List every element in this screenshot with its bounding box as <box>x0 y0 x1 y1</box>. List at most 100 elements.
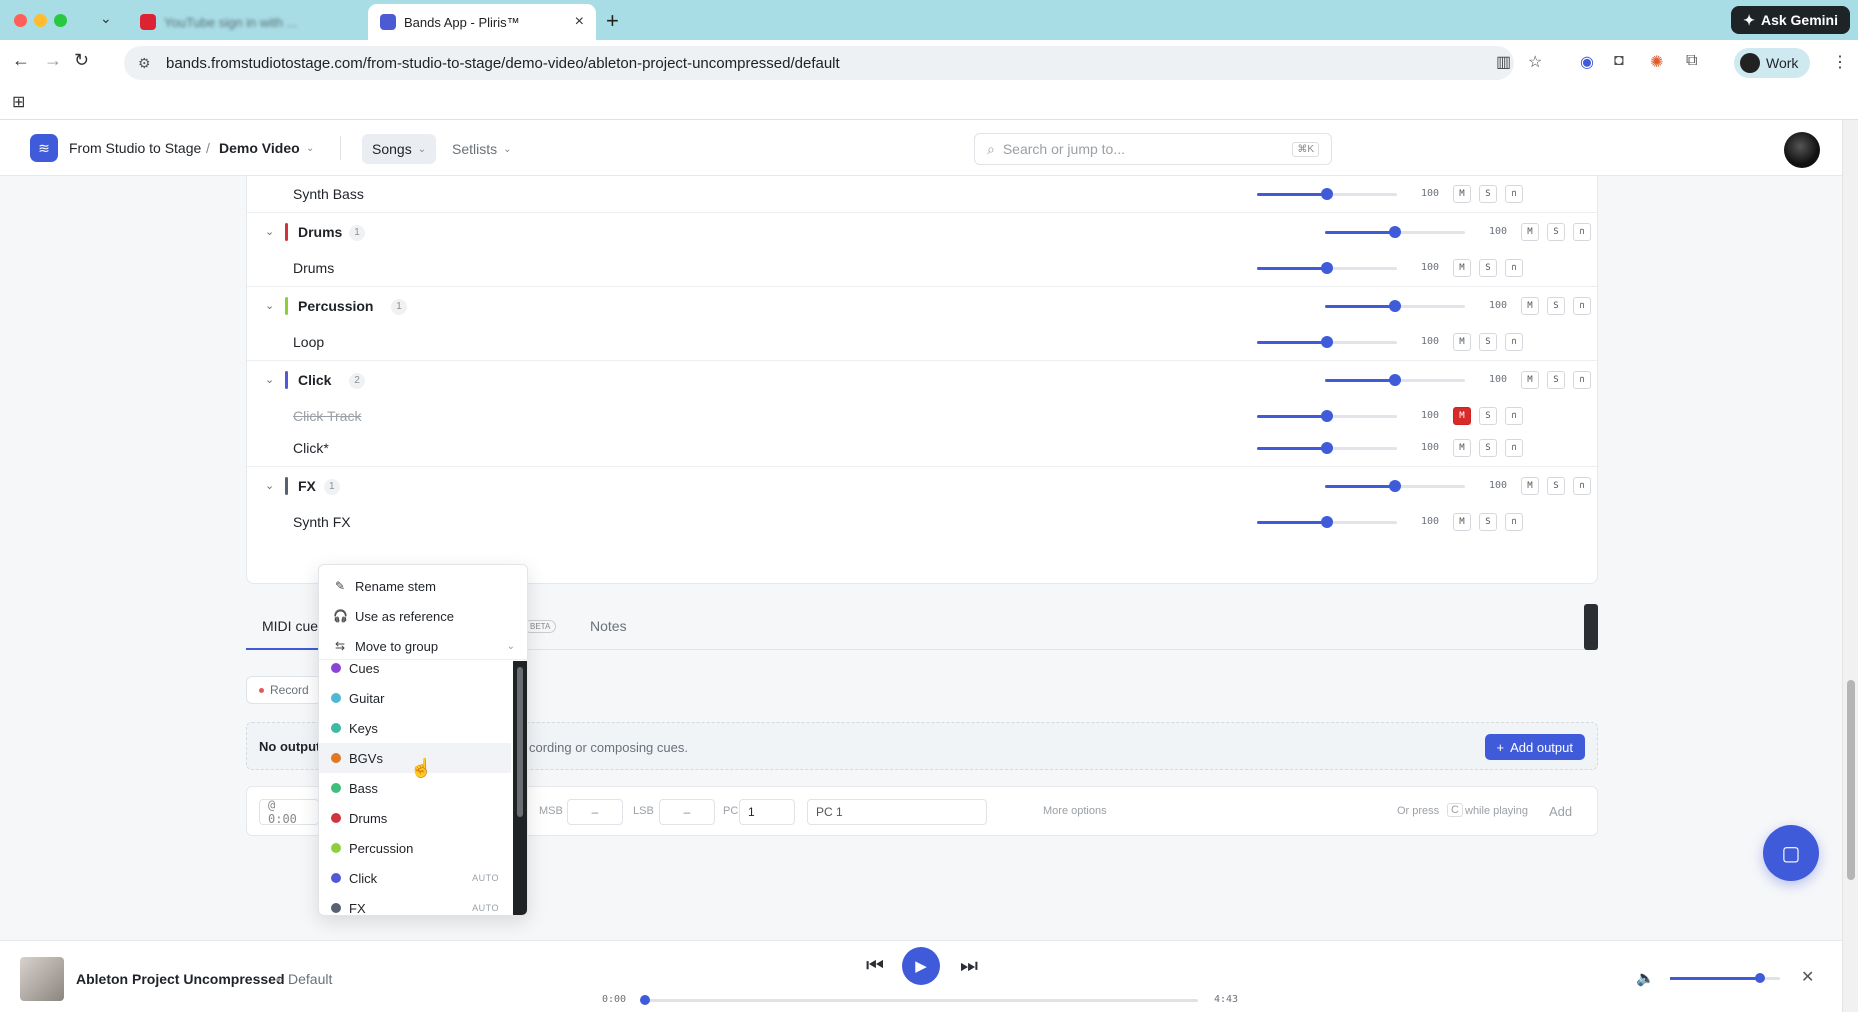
browser-menu-icon[interactable]: ⋮ <box>1832 52 1848 72</box>
solo-button[interactable]: S <box>1547 477 1565 495</box>
solo-button[interactable]: S <box>1479 439 1497 457</box>
stem-label[interactable]: Click Track <box>293 408 361 424</box>
volume-knob[interactable] <box>1321 336 1333 348</box>
reference-button[interactable]: ∩ <box>1505 513 1523 531</box>
app-logo[interactable]: ≋ <box>30 134 58 162</box>
stem-label[interactable]: Synth Bass <box>293 186 364 202</box>
playback-progress-slider[interactable] <box>640 995 1198 1005</box>
minimize-window-button[interactable] <box>34 14 47 27</box>
stem-label[interactable]: Drums <box>293 260 334 276</box>
solo-button[interactable]: S <box>1479 259 1497 277</box>
mute-button[interactable]: M <box>1453 259 1471 277</box>
chevron-down-icon[interactable]: ⌄ <box>265 479 274 492</box>
volume-knob[interactable] <box>1321 262 1333 274</box>
reference-button[interactable]: ∩ <box>1505 333 1523 351</box>
mute-button[interactable]: M <box>1521 223 1539 241</box>
solo-button[interactable]: S <box>1547 371 1565 389</box>
reader-mode-icon[interactable]: ▥ <box>1496 52 1511 72</box>
site-settings-icon[interactable]: ⚙ <box>138 55 154 71</box>
stem-label[interactable]: Synth FX <box>293 514 351 530</box>
mute-button[interactable]: M <box>1521 297 1539 315</box>
solo-button[interactable]: S <box>1479 513 1497 531</box>
ask-gemini-button[interactable]: ✦ Ask Gemini <box>1731 6 1850 34</box>
solo-button[interactable]: S <box>1547 297 1565 315</box>
reference-button[interactable]: ∩ <box>1573 371 1591 389</box>
tab-notes[interactable]: Notes <box>590 618 627 634</box>
move-group-option[interactable]: Guitar <box>319 683 511 713</box>
reference-button[interactable]: ∩ <box>1573 223 1591 241</box>
browser-tab-active[interactable]: Bands App - Pliris™ × <box>368 4 596 40</box>
chevron-down-icon[interactable]: ⌄ <box>265 299 274 312</box>
move-group-option[interactable]: Click AUTO <box>319 863 511 893</box>
volume-slider[interactable] <box>1325 480 1465 492</box>
stem-row[interactable]: Synth Bass 100 M S ∩ <box>247 176 1599 212</box>
group-label[interactable]: FX <box>298 478 316 494</box>
extensions-puzzle-icon[interactable]: ⧉ <box>1686 52 1697 70</box>
volume-slider[interactable] <box>1257 442 1397 454</box>
reference-button[interactable]: ∩ <box>1505 439 1523 457</box>
skip-previous-icon[interactable]: ⏮ <box>866 955 884 978</box>
volume-knob[interactable] <box>1321 516 1333 528</box>
volume-slider[interactable] <box>1257 262 1397 274</box>
use-as-reference-item[interactable]: 🎧 Use as reference <box>319 601 527 631</box>
mute-button[interactable]: M <box>1453 185 1471 203</box>
solo-button[interactable]: S <box>1547 223 1565 241</box>
more-options-link[interactable]: More options <box>1043 805 1107 817</box>
add-output-button[interactable]: + Add output <box>1484 734 1585 760</box>
move-group-option[interactable]: Keys <box>319 713 511 743</box>
bookmark-star-icon[interactable]: ☆ <box>1528 52 1542 72</box>
submenu-scrollbar[interactable] <box>513 661 527 915</box>
group-row[interactable]: ⌄ Drums 1 100 M S ∩ <box>247 212 1599 250</box>
breadcrumb-org[interactable]: From Studio to Stage <box>69 140 201 156</box>
add-cue-button[interactable]: Add <box>1549 804 1572 819</box>
move-group-option[interactable]: FX AUTO <box>319 893 511 915</box>
group-row[interactable]: ⌄ FX 1 100 M S ∩ <box>247 466 1599 504</box>
msb-input[interactable]: – <box>567 799 623 825</box>
chevron-down-icon[interactable]: ⌄ <box>265 373 274 386</box>
pc-input[interactable]: 1 <box>739 799 795 825</box>
maximize-window-button[interactable] <box>54 14 67 27</box>
stem-label[interactable]: Loop <box>293 334 324 350</box>
tab-search-icon[interactable]: ⌄ <box>100 10 112 27</box>
volume-icon[interactable]: 🔈 <box>1636 969 1655 987</box>
lsb-input[interactable]: – <box>659 799 715 825</box>
chat-support-button[interactable]: ▢ <box>1763 825 1819 881</box>
volume-slider[interactable] <box>1257 410 1397 422</box>
reference-button[interactable]: ∩ <box>1573 297 1591 315</box>
project-chevron-down-icon[interactable]: ⌄ <box>306 143 314 154</box>
breadcrumb-project[interactable]: Demo Video <box>219 140 300 156</box>
progress-knob[interactable] <box>640 995 650 1005</box>
page-scroll-thumb[interactable] <box>1847 680 1855 880</box>
record-button[interactable]: Record <box>246 676 322 704</box>
volume-slider[interactable] <box>1257 188 1397 200</box>
cue-time-field[interactable]: @ 0:00 <box>259 798 319 826</box>
address-bar[interactable]: ⚙ bands.fromstudiotostage.com/from-studi… <box>124 46 1514 80</box>
volume-knob[interactable] <box>1321 188 1333 200</box>
rename-stem-item[interactable]: ✎ Rename stem <box>319 571 527 601</box>
volume-slider[interactable] <box>1325 300 1465 312</box>
tab-midi-cues[interactable]: MIDI cues <box>262 618 325 634</box>
pc-name-input[interactable]: PC 1 <box>807 799 987 825</box>
stem-row[interactable]: Click Track 100 M S ∩ <box>247 398 1599 434</box>
user-avatar[interactable] <box>1784 132 1820 168</box>
song-title[interactable]: Ableton Project Uncompressed <box>76 971 285 987</box>
group-label[interactable]: Percussion <box>298 298 373 314</box>
volume-knob[interactable] <box>1321 442 1333 454</box>
volume-slider[interactable] <box>1325 226 1465 238</box>
camera-extension-icon[interactable]: ◘ <box>1614 52 1624 70</box>
reference-button[interactable]: ∩ <box>1505 407 1523 425</box>
skip-next-icon[interactable]: ⏭ <box>960 955 978 978</box>
reference-button[interactable]: ∩ <box>1573 477 1591 495</box>
volume-knob[interactable] <box>1389 374 1401 386</box>
reference-button[interactable]: ∩ <box>1505 185 1523 203</box>
player-volume-slider[interactable] <box>1670 973 1780 983</box>
forward-arrow-icon[interactable]: → <box>44 50 62 71</box>
volume-knob[interactable] <box>1389 226 1401 238</box>
songs-menu-button[interactable]: Songs ⌄ <box>362 134 437 164</box>
move-group-option[interactable]: Drums <box>319 803 511 833</box>
new-tab-icon[interactable]: + <box>606 8 619 34</box>
reload-icon[interactable]: ↻ <box>74 50 89 71</box>
profile-button[interactable]: Work <box>1734 48 1811 78</box>
mute-button[interactable]: M <box>1453 333 1471 351</box>
play-button[interactable]: ▶ <box>902 947 940 985</box>
